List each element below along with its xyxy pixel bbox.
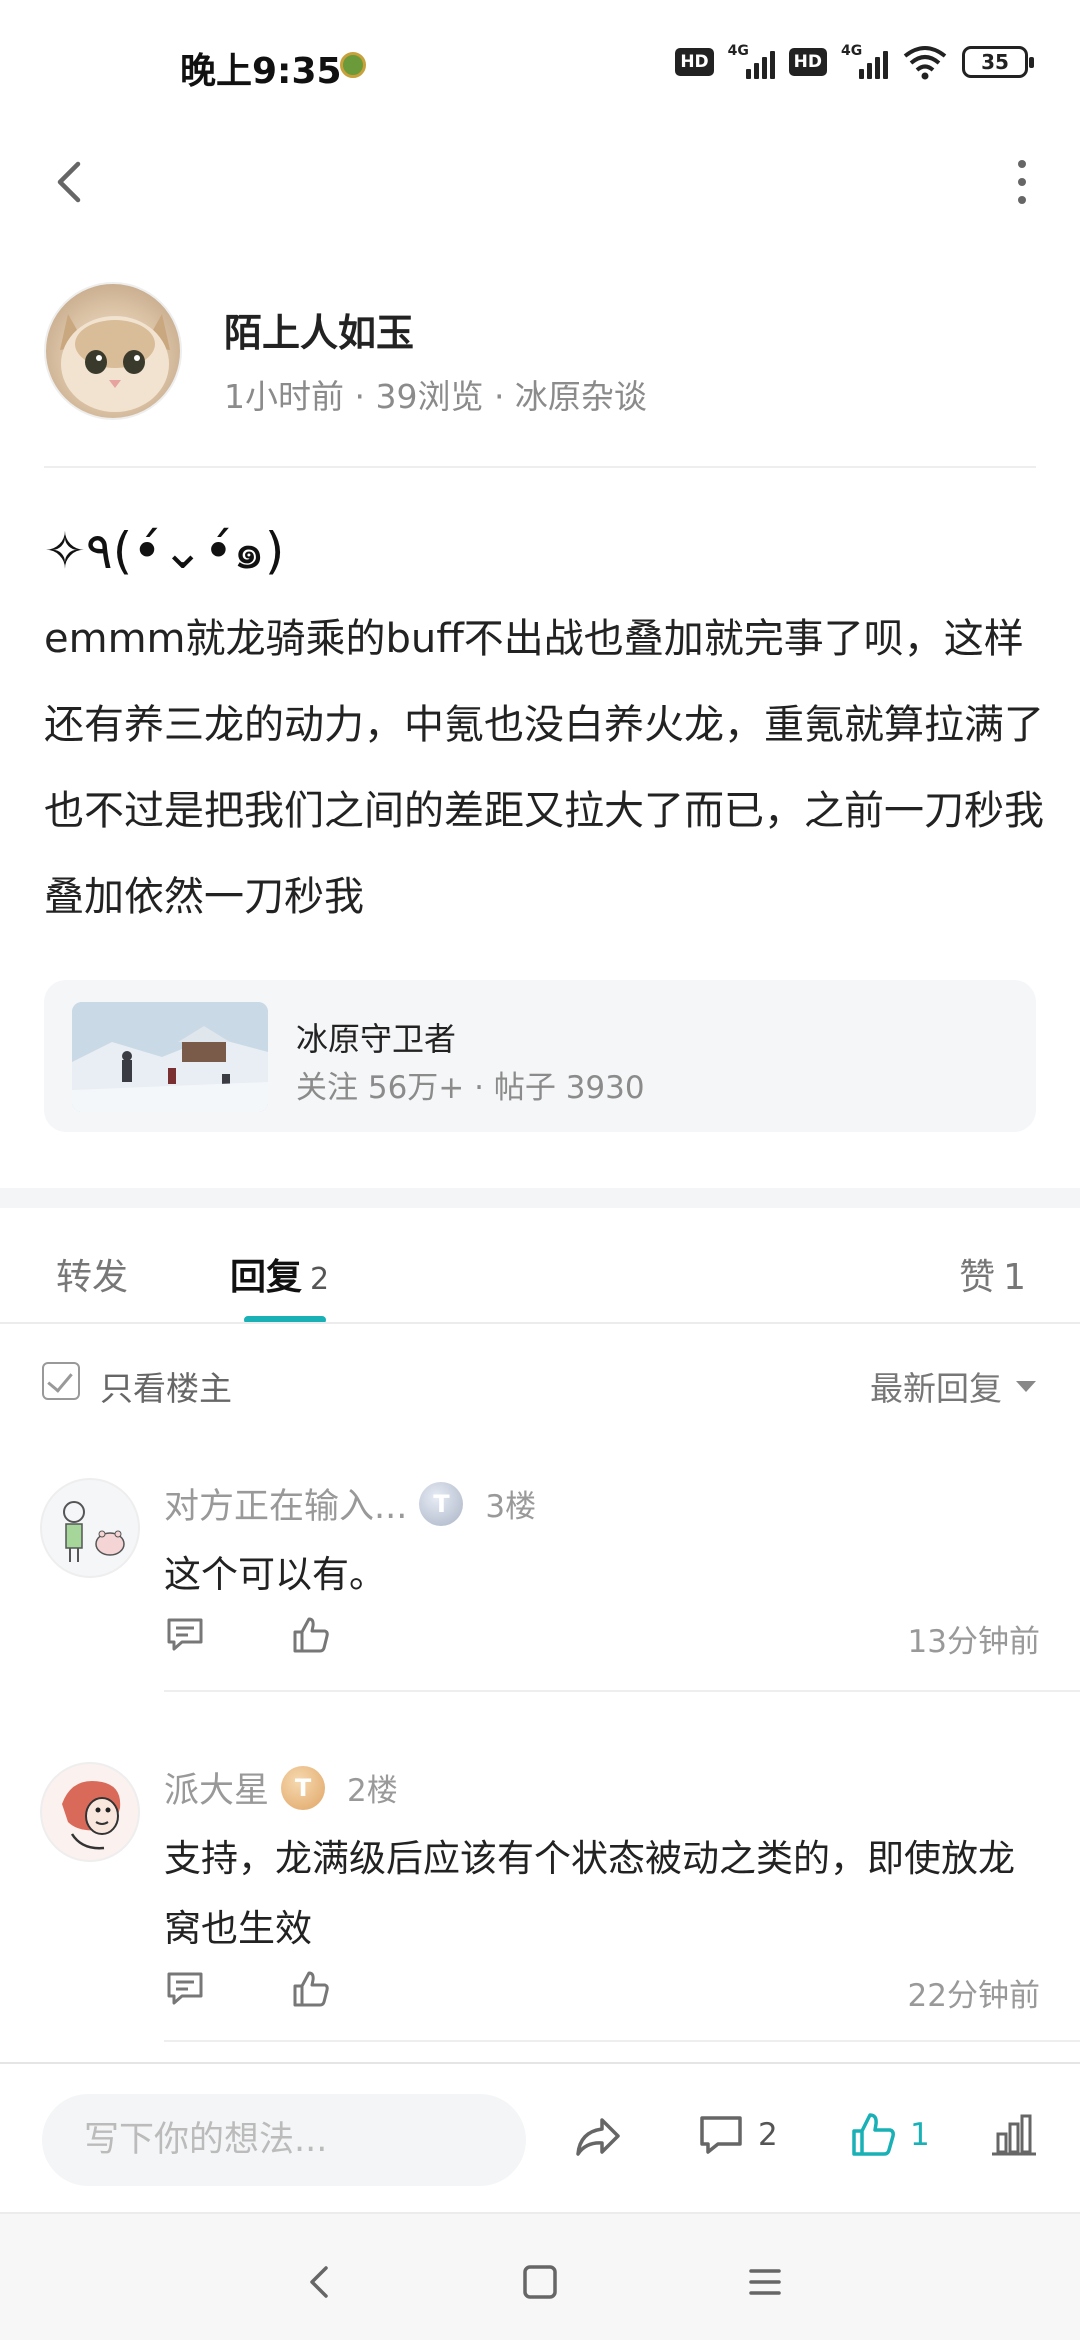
top-nav [0, 130, 1080, 270]
comment-icon [700, 2116, 742, 2154]
level-badge: T [281, 1765, 326, 1810]
author-avatar[interactable] [44, 282, 182, 420]
author-name[interactable]: 陌上人如玉 [224, 302, 414, 357]
divider [164, 1690, 1080, 1692]
comment-header: 派大星 T 2楼 [164, 1762, 398, 1813]
status-bar: 晚上9:35 HD 4G HD 4G 35 [0, 0, 1080, 130]
comment-actions [164, 1614, 332, 1656]
back-icon[interactable] [44, 142, 104, 222]
system-nav-bar [0, 2212, 1080, 2340]
tab-repost[interactable]: 转发 [56, 1248, 128, 1300]
post-meta: 1小时前 · 39浏览 · 冰原杂谈 [224, 377, 647, 416]
comment-input[interactable]: 写下你的想法... [42, 2094, 526, 2186]
divider [44, 466, 1036, 468]
share-button[interactable] [572, 2110, 624, 2162]
comment-text: 支持，龙满级后应该有个状态被动之类的，即使放龙窝也生效 [164, 1837, 1015, 1950]
commenter-avatar[interactable] [40, 1762, 140, 1862]
sort-dropdown-icon [1016, 1380, 1036, 1392]
floor-label: 3楼 [485, 1489, 537, 1525]
like-button[interactable]: 1 [848, 2110, 930, 2160]
comment-count: 2 [758, 2117, 778, 2153]
tab-bar: 转发 回复 2 赞1 [0, 1208, 1080, 1324]
checkbox-icon[interactable] [42, 1362, 80, 1400]
floor-label: 2楼 [347, 1773, 398, 1809]
comment-time: 13分钟前 [907, 1624, 1040, 1660]
hd-badge: HD [788, 48, 827, 76]
wifi-icon [903, 46, 947, 80]
comment-text: 这个可以有。 [164, 1553, 386, 1596]
like-count: 1 [910, 2117, 930, 2153]
bottom-action-bar: 写下你的想法... 2 1 [0, 2062, 1080, 2212]
battery-icon: 35 [962, 46, 1034, 78]
comment-time: 22分钟前 [907, 1978, 1040, 2014]
sort-dropdown[interactable]: 最新回复 [870, 1362, 1036, 1410]
post-body: emmm就龙骑乘的buff不出战也叠加就完事了呗，这样还有养三龙的动力，中氪也没… [44, 616, 1044, 920]
cat-avatar-image [60, 314, 170, 412]
forum-name: 冰原守卫者 [296, 1020, 457, 1058]
comment-header: 对方正在输入... T 3楼 [164, 1478, 536, 1529]
divider [164, 2040, 1080, 2042]
tab-reply[interactable]: 回复 2 [230, 1248, 329, 1300]
thumb-up-icon [852, 2113, 895, 2156]
thumb-up-icon[interactable] [290, 1968, 332, 2010]
share-icon [576, 2118, 620, 2156]
more-icon[interactable] [1002, 152, 1042, 212]
tab-like[interactable]: 赞1 [959, 1248, 1026, 1300]
post-title: ✧٩(•́⌄•́๑) [44, 522, 285, 580]
app-notification-icon [340, 52, 366, 78]
reply-icon[interactable] [164, 1614, 206, 1656]
thumb-up-icon[interactable] [290, 1614, 332, 1656]
filter-row: 只看楼主 最新回复 [0, 1324, 1080, 1434]
comment-actions [164, 1968, 332, 2010]
section-gap [0, 1188, 1080, 1208]
commenter-avatar[interactable] [40, 1478, 140, 1578]
forum-card[interactable]: 冰原守卫者 关注 56万+ · 帖子 3930 [44, 980, 1036, 1132]
forum-meta: 关注 56万+ · 帖子 3930 [296, 1070, 645, 1106]
reply-icon[interactable] [164, 1968, 206, 2010]
status-indicators: HD 4G HD 4G 35 [675, 43, 1034, 80]
system-back-icon[interactable] [290, 2252, 350, 2312]
stats-button[interactable] [990, 2110, 1038, 2158]
status-time: 晚上9:35 [180, 51, 342, 92]
signal-icon: 4G [841, 43, 888, 79]
system-menu-icon[interactable] [735, 2252, 795, 2312]
signal-icon: 4G [728, 43, 775, 79]
only-author-label[interactable]: 只看楼主 [100, 1362, 232, 1410]
level-badge: T [419, 1481, 464, 1526]
commenter-name[interactable]: 对方正在输入... [164, 1478, 407, 1529]
forum-thumbnail [72, 1002, 268, 1112]
comment-button[interactable]: 2 [696, 2110, 778, 2160]
system-home-icon[interactable] [510, 2252, 570, 2312]
commenter-name[interactable]: 派大星 [164, 1762, 269, 1813]
hd-badge: HD [675, 48, 714, 76]
stats-icon [992, 2114, 1036, 2156]
